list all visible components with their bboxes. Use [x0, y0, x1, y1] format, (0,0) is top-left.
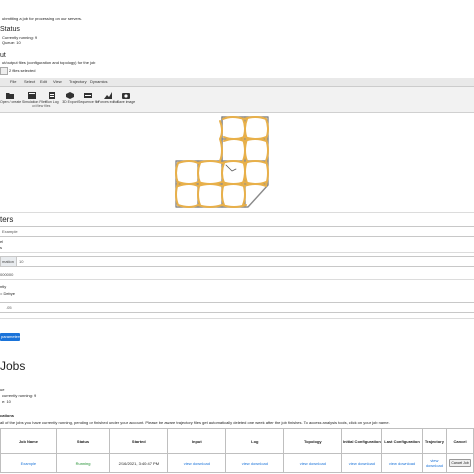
- jobs-queue-count: e: 10: [2, 399, 11, 404]
- tab-dynamics[interactable]: Dynamics: [90, 79, 108, 85]
- run-log-tool[interactable]: Run Log: [42, 92, 62, 104]
- job-started: 2/16/2021, 3:40:47 PM: [109, 453, 169, 473]
- input-files-hint: ut/output files (configuration and topol…: [2, 60, 96, 65]
- tab-edit[interactable]: Edit: [40, 79, 47, 85]
- jobs-header-row: Job Name Status Started Input Log Topolo…: [0, 428, 474, 454]
- salt-input[interactable]: .05: [0, 302, 474, 313]
- viewer-tab-bar: File Select Edit View Trajectory Dynamic…: [0, 78, 474, 87]
- input-view-download-link[interactable]: view download: [184, 461, 210, 466]
- steps-label: mation: [2, 259, 15, 264]
- sequence-file-tool[interactable]: Sequence file: [78, 92, 100, 104]
- tab-trajectory[interactable]: Trajectory: [69, 79, 87, 85]
- param-label-d: = Debye: [0, 291, 16, 296]
- topology-view-download-link[interactable]: view download: [300, 461, 326, 466]
- job-status: Running: [75, 460, 91, 466]
- divider: [0, 252, 474, 253]
- tab-select[interactable]: Select: [24, 79, 35, 85]
- salt-value: .05: [6, 305, 12, 310]
- tool-label: Open / create: [0, 100, 22, 104]
- col-last-configuration: Last Configuration: [381, 428, 423, 454]
- 3d-export-icon: [66, 92, 74, 99]
- tab-file[interactable]: File: [10, 79, 16, 85]
- initial-config-view-download-link[interactable]: view download: [349, 461, 375, 466]
- col-job-name: Job Name: [0, 428, 57, 454]
- job-name-value: Example: [2, 229, 18, 234]
- last-config-view-download-link[interactable]: view download: [389, 461, 415, 466]
- 3d-export-tool[interactable]: 3D Export: [60, 92, 80, 104]
- col-started: Started: [109, 428, 169, 454]
- param-label-c: ntly: [0, 284, 7, 289]
- run-log-icon: [49, 92, 55, 99]
- steps-value: 10: [19, 259, 24, 264]
- col-topology: Topology: [283, 428, 343, 454]
- forces-editor-tool[interactable]: Forces editor: [98, 92, 118, 104]
- status-queue: Queue: 10: [2, 40, 21, 45]
- table-row: Example Running 2/16/2021, 3:40:47 PM vi…: [0, 453, 474, 473]
- trajectory-view-download-link[interactable]: view download: [426, 458, 443, 468]
- save-image-tool[interactable]: Save image: [116, 92, 136, 104]
- divider: [0, 318, 474, 319]
- files-selected-label: 2 files selected: [9, 68, 36, 73]
- notifications-label: cations: [0, 413, 15, 418]
- param-label-b: s: [0, 245, 2, 250]
- structure-viewer[interactable]: [0, 113, 474, 220]
- steps-input[interactable]: 10: [16, 256, 474, 267]
- intro-text: ubmitting a job for processing on our se…: [2, 16, 83, 21]
- col-cancel: Cancel: [446, 428, 474, 454]
- status-title: Status: [0, 26, 20, 33]
- divider: [0, 279, 474, 280]
- submit-button-label: parameters: [1, 334, 22, 339]
- col-status: Status: [55, 428, 111, 454]
- choose-files-button[interactable]: [0, 67, 8, 75]
- sequence-file-icon: [84, 93, 92, 98]
- dna-origami-render: [175, 116, 269, 208]
- col-trajectory: Trajectory: [421, 428, 448, 454]
- tool-label: Sequence file: [78, 100, 100, 104]
- steps-value-b: 000000: [0, 272, 14, 277]
- tool-label: Forces editor: [98, 100, 119, 104]
- jobs-queue-label: ue: [0, 387, 5, 392]
- folder-open-icon: [6, 93, 14, 99]
- cancel-job-button[interactable]: Cancel Job: [449, 459, 471, 467]
- jobs-currently-running: currently running: 9: [2, 393, 37, 398]
- open-create-tool[interactable]: Open / create: [0, 92, 22, 104]
- tool-group-label: oxView files: [32, 104, 51, 108]
- tool-label: Save image: [116, 100, 136, 104]
- tab-view[interactable]: View: [53, 79, 62, 85]
- col-log: Log: [225, 428, 285, 454]
- simulation-files-icon: [28, 92, 36, 99]
- param-label-a: el: [0, 239, 4, 244]
- forces-editor-icon: [104, 92, 112, 99]
- jobs-notice: all of the jobs you have currently runni…: [0, 420, 390, 425]
- jobs-table: Job Name Status Started Input Log Topolo…: [0, 428, 474, 473]
- tool-label: 3D Export: [62, 100, 78, 104]
- steps-addon: mation: [0, 256, 17, 267]
- camera-icon: [122, 93, 130, 99]
- submit-parameters-button[interactable]: parameters: [0, 333, 22, 341]
- divider: [0, 212, 474, 213]
- simulation-files-tool[interactable]: Simulation Files: [22, 92, 47, 104]
- job-name-input[interactable]: Example: [0, 226, 474, 237]
- log-view-download-link[interactable]: view download: [242, 461, 268, 466]
- job-name-link[interactable]: Example: [21, 461, 37, 466]
- col-input: Input: [167, 428, 227, 454]
- jobs-title: Jobs: [0, 359, 26, 373]
- parameters-title: ters: [0, 215, 14, 224]
- col-initial-configuration: Initial Configuration: [341, 428, 383, 454]
